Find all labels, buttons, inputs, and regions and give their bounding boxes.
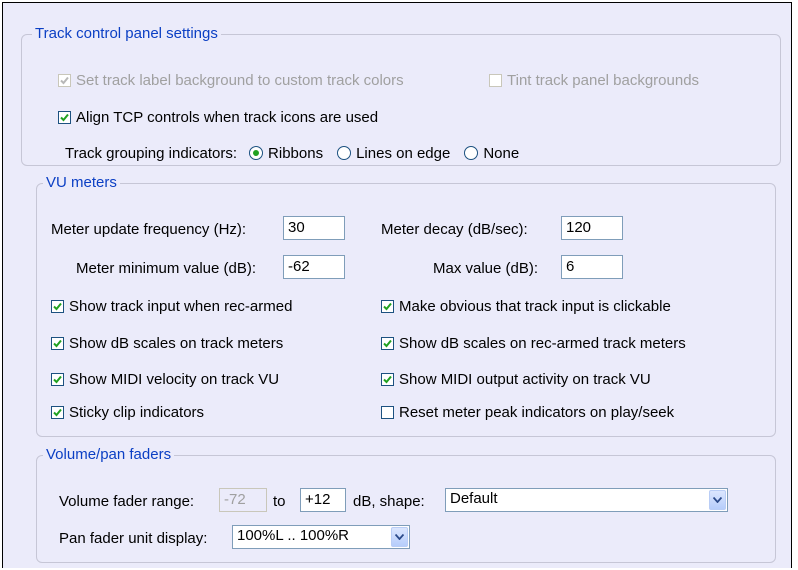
min-value-input[interactable]: -62 xyxy=(283,255,345,279)
align-tcp-checkbox-row[interactable]: Align TCP controls when track icons are … xyxy=(58,106,378,128)
radio-none-circle[interactable] xyxy=(464,146,479,160)
show-input-rec-armed-checkbox[interactable] xyxy=(51,299,64,313)
obvious-input-clickable-checkbox[interactable] xyxy=(381,299,394,313)
sticky-clip-label: Sticky clip indicators xyxy=(69,403,205,421)
checkmark-icon xyxy=(383,375,392,383)
checkmark-icon xyxy=(53,408,62,416)
radio-ribbons-circle[interactable] xyxy=(249,146,264,160)
radio-lines-on-edge[interactable]: Lines on edge xyxy=(337,145,450,162)
chevron-down-icon xyxy=(713,497,722,503)
to-label: to xyxy=(273,492,286,510)
label-bg-checkbox-row[interactable]: Set track label background to custom tra… xyxy=(58,69,404,91)
midi-output-activity-checkbox-row[interactable]: Show MIDI output activity on track VU xyxy=(381,368,651,390)
volume-range-max-input[interactable]: +12 xyxy=(300,488,346,512)
checkmark-icon xyxy=(383,339,392,347)
checkmark-icon xyxy=(53,302,62,310)
midi-output-activity-label: Show MIDI output activity on track VU xyxy=(399,370,651,388)
pan-unit-dropdown-button[interactable] xyxy=(391,527,408,547)
volume-range-min-input[interactable]: -72 xyxy=(219,488,267,512)
min-value-label: Meter minimum value (dB): xyxy=(76,259,257,277)
align-tcp-label: Align TCP controls when track icons are … xyxy=(76,108,379,126)
db-scales-track-checkbox[interactable] xyxy=(51,336,64,350)
label-bg-label: Set track label background to custom tra… xyxy=(76,71,404,89)
db-scales-rec-armed-label: Show dB scales on rec-armed track meters xyxy=(399,334,686,352)
sticky-clip-checkbox-row[interactable]: Sticky clip indicators xyxy=(51,401,204,423)
decay-input[interactable]: 120 xyxy=(561,216,623,240)
checkmark-icon xyxy=(53,339,62,347)
db-scales-track-checkbox-row[interactable]: Show dB scales on track meters xyxy=(51,332,283,354)
midi-velocity-checkbox-row[interactable]: Show MIDI velocity on track VU xyxy=(51,368,279,390)
label-bg-checkbox[interactable] xyxy=(58,73,71,87)
obvious-input-clickable-label: Make obvious that track input is clickab… xyxy=(399,297,671,315)
update-freq-label: Meter update frequency (Hz): xyxy=(51,220,247,238)
chevron-down-icon xyxy=(395,534,404,540)
shape-dropdown-button[interactable] xyxy=(709,490,726,510)
max-value-label: Max value (dB): xyxy=(433,259,539,277)
radio-none-label: None xyxy=(483,144,520,162)
tcp-settings-legend: Track control panel settings xyxy=(32,24,221,44)
update-freq-input[interactable]: 30 xyxy=(283,216,345,240)
faders-legend: Volume/pan faders xyxy=(43,445,175,465)
radio-selected-dot xyxy=(253,150,260,156)
tint-bg-checkbox[interactable] xyxy=(489,73,502,87)
reset-peak-label: Reset meter peak indicators on play/seek xyxy=(399,403,675,421)
vu-meters-legend: VU meters xyxy=(43,173,120,193)
tint-bg-label: Tint track panel backgrounds xyxy=(507,71,700,89)
grouping-indicators-label: Track grouping indicators: xyxy=(65,144,238,162)
obvious-input-clickable-checkbox-row[interactable]: Make obvious that track input is clickab… xyxy=(381,295,671,317)
sticky-clip-checkbox[interactable] xyxy=(51,405,64,419)
show-input-rec-armed-label: Show track input when rec-armed xyxy=(69,297,293,315)
reset-peak-checkbox[interactable] xyxy=(381,405,394,419)
volume-range-label: Volume fader range: xyxy=(59,492,195,510)
decay-label: Meter decay (dB/sec): xyxy=(381,220,528,238)
pan-unit-select[interactable]: 100%L .. 100%R xyxy=(232,525,410,549)
shape-select[interactable]: Default xyxy=(445,488,728,512)
max-value-input[interactable]: 6 xyxy=(561,255,623,279)
shape-label: dB, shape: xyxy=(353,492,425,510)
reset-peak-checkbox-row[interactable]: Reset meter peak indicators on play/seek xyxy=(381,401,674,423)
tint-bg-checkbox-row[interactable]: Tint track panel backgrounds xyxy=(489,69,699,91)
settings-panel: Track control panel settings Set track l… xyxy=(2,2,792,568)
pan-unit-select-value: 100%L .. 100%R xyxy=(237,527,350,544)
align-tcp-checkbox[interactable] xyxy=(58,110,71,124)
db-scales-track-label: Show dB scales on track meters xyxy=(69,334,284,352)
db-scales-rec-armed-checkbox-row[interactable]: Show dB scales on rec-armed track meters xyxy=(381,332,686,354)
radio-ribbons-label: Ribbons xyxy=(268,144,324,162)
shape-select-value: Default xyxy=(450,490,498,507)
midi-output-activity-checkbox[interactable] xyxy=(381,372,394,386)
db-scales-rec-armed-checkbox[interactable] xyxy=(381,336,394,350)
pan-unit-label: Pan fader unit display: xyxy=(59,529,208,547)
radio-none[interactable]: None xyxy=(464,145,519,162)
show-input-rec-armed-checkbox-row[interactable]: Show track input when rec-armed xyxy=(51,295,292,317)
radio-lines-on-edge-label: Lines on edge xyxy=(356,144,451,162)
checkmark-icon xyxy=(60,113,69,121)
checkmark-icon xyxy=(60,76,69,84)
checkmark-icon xyxy=(53,375,62,383)
radio-lines-on-edge-circle[interactable] xyxy=(337,146,352,160)
radio-ribbons[interactable]: Ribbons xyxy=(249,145,323,162)
grouping-indicators-row: Track grouping indicators: Ribbons Lines… xyxy=(65,142,519,164)
checkmark-icon xyxy=(383,302,392,310)
midi-velocity-label: Show MIDI velocity on track VU xyxy=(69,370,280,388)
midi-velocity-checkbox[interactable] xyxy=(51,372,64,386)
